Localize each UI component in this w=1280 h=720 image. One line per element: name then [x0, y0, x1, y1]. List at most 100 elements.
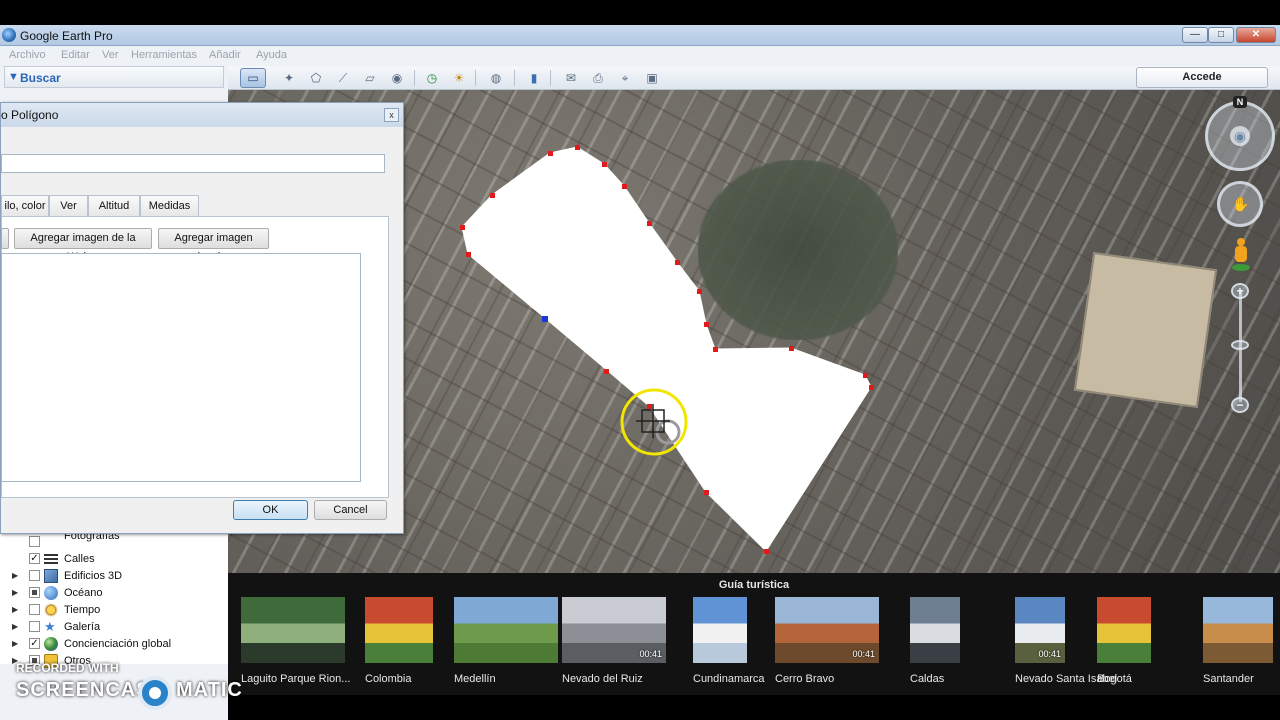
- polygon-vertex[interactable]: [789, 346, 794, 351]
- planets-icon[interactable]: ◍: [485, 68, 507, 88]
- search-panel-header[interactable]: ▼ Buscar: [4, 66, 224, 88]
- polygon-vertex[interactable]: [622, 184, 627, 189]
- polygon-shape[interactable]: [461, 146, 872, 552]
- tour-caption[interactable]: Caldas: [910, 673, 1030, 685]
- tour-caption[interactable]: Laguito Parque Rion...: [241, 673, 361, 685]
- menu-anadir[interactable]: Añadir: [209, 49, 241, 61]
- tab-style-color[interactable]: ilo, color: [1, 195, 49, 217]
- polygon-vertex[interactable]: [490, 193, 495, 198]
- street-view-pegman-icon[interactable]: [1232, 238, 1250, 272]
- polygon-vertex[interactable]: [704, 490, 709, 495]
- tab-measurements[interactable]: Medidas: [140, 195, 199, 217]
- ruler-icon[interactable]: ▮: [523, 68, 545, 88]
- polygon-vertex[interactable]: [647, 404, 652, 409]
- polygon-vertex[interactable]: [602, 162, 607, 167]
- dialog-title-bar[interactable]: o Polígono x: [1, 103, 403, 127]
- tour-thumbnail[interactable]: Santander: [1203, 597, 1273, 685]
- description-textarea[interactable]: [1, 253, 361, 482]
- tour-thumbnail[interactable]: Caldas: [910, 597, 960, 685]
- expand-arrow-icon[interactable]: ▶: [12, 571, 18, 580]
- layer-row-edificios-3d[interactable]: ▶ Edificios 3D: [0, 568, 228, 585]
- selected-vertex[interactable]: [542, 316, 548, 322]
- tour-caption[interactable]: Bogotá: [1097, 673, 1217, 685]
- save-image-icon[interactable]: ▣: [641, 68, 663, 88]
- tour-thumbnail[interactable]: Cundinamarca: [693, 597, 765, 685]
- sunlight-icon[interactable]: ☀: [448, 68, 470, 88]
- layer-checkbox[interactable]: ✓: [29, 638, 40, 649]
- tour-thumbnail[interactable]: Colombia: [365, 597, 433, 685]
- tour-caption[interactable]: Nevado del Ruiz: [562, 673, 682, 685]
- polygon-vertex[interactable]: [548, 151, 553, 156]
- tour-thumbnail[interactable]: 00:41 Nevado Santa Isabel: [1015, 597, 1117, 685]
- polygon-vertex[interactable]: [863, 373, 868, 378]
- print-icon[interactable]: ⎙: [587, 68, 609, 88]
- expand-arrow-icon[interactable]: ▶: [12, 605, 18, 614]
- polygon-vertex[interactable]: [460, 225, 465, 230]
- ok-button[interactable]: OK: [233, 500, 308, 520]
- tab-altitude[interactable]: Altitud: [88, 195, 140, 217]
- polygon-vertex[interactable]: [675, 260, 680, 265]
- polygon-icon[interactable]: ⬠: [305, 68, 327, 88]
- layer-row-oceano[interactable]: ▶ Océano: [0, 585, 228, 602]
- layer-row-galeria[interactable]: ▶ ★ Galería: [0, 619, 228, 636]
- google-maps-icon[interactable]: ⌖: [614, 68, 636, 88]
- tour-caption[interactable]: Santander: [1203, 673, 1280, 685]
- polygon-vertex[interactable]: [466, 252, 471, 257]
- menu-ver[interactable]: Ver: [102, 49, 119, 61]
- layer-row-tiempo[interactable]: ▶ Tiempo: [0, 602, 228, 619]
- menu-archivo[interactable]: Archivo: [9, 49, 46, 61]
- add-web-image-button[interactable]: Agregar imagen de la Web...: [14, 228, 152, 263]
- image-overlay-icon[interactable]: ▱: [359, 68, 381, 88]
- tour-thumbnail-image[interactable]: [1203, 597, 1273, 663]
- tour-thumbnail[interactable]: Medellín: [454, 597, 558, 685]
- dialog-close-button[interactable]: x: [384, 108, 399, 122]
- historical-imagery-icon[interactable]: ◷: [421, 68, 443, 88]
- tour-thumbnail-image[interactable]: [454, 597, 558, 663]
- north-indicator[interactable]: N: [1233, 96, 1247, 108]
- close-button[interactable]: ✕: [1236, 27, 1276, 43]
- tab-view[interactable]: Ver: [49, 195, 88, 217]
- eye-icon[interactable]: ◉: [1230, 126, 1250, 146]
- maximize-button[interactable]: □: [1208, 27, 1234, 43]
- layer-checkbox[interactable]: [29, 536, 40, 547]
- tour-thumbnail-image[interactable]: [241, 597, 345, 663]
- placemark-icon[interactable]: ✦: [278, 68, 300, 88]
- tour-thumbnail[interactable]: 00:41 Cerro Bravo: [775, 597, 879, 685]
- polygon-vertex[interactable]: [764, 549, 769, 554]
- collapse-arrow-icon[interactable]: ▼: [8, 71, 19, 83]
- polygon-vertex[interactable]: [697, 289, 702, 294]
- tour-caption[interactable]: Cerro Bravo: [775, 673, 895, 685]
- tour-caption[interactable]: Medellín: [454, 673, 574, 685]
- layer-checkbox[interactable]: [29, 587, 40, 598]
- path-icon[interactable]: ⟋: [332, 68, 354, 88]
- tour-thumbnail-image[interactable]: [910, 597, 960, 663]
- polygon-vertex[interactable]: [647, 221, 652, 226]
- link-button[interactable]: [1, 228, 9, 249]
- add-local-image-button[interactable]: Agregar imagen local...: [158, 228, 269, 263]
- polygon-vertex[interactable]: [713, 347, 718, 352]
- expand-arrow-icon[interactable]: ▶: [12, 622, 18, 631]
- minimize-button[interactable]: —: [1182, 27, 1208, 43]
- layer-checkbox[interactable]: [29, 621, 40, 632]
- sidebar-toggle-icon[interactable]: ▭: [240, 68, 266, 88]
- expand-arrow-icon[interactable]: ▶: [12, 588, 18, 597]
- cancel-button[interactable]: Cancel: [314, 500, 387, 520]
- tour-thumbnail[interactable]: Bogotá: [1097, 597, 1151, 685]
- polygon-vertex[interactable]: [704, 322, 709, 327]
- menu-editar[interactable]: Editar: [61, 49, 90, 61]
- tour-thumbnail-image[interactable]: [693, 597, 747, 663]
- layer-checkbox[interactable]: [29, 570, 40, 581]
- zoom-in-button[interactable]: +: [1231, 283, 1249, 299]
- polygon-vertex[interactable]: [604, 369, 609, 374]
- tour-thumbnail-image[interactable]: [365, 597, 433, 663]
- polygon-vertex[interactable]: [575, 145, 580, 150]
- layer-checkbox[interactable]: [29, 604, 40, 615]
- layer-row-fotografias[interactable]: Fotografías: [0, 530, 228, 551]
- name-input[interactable]: [1, 154, 385, 173]
- zoom-slider-thumb[interactable]: [1231, 340, 1249, 350]
- tour-thumbnail[interactable]: 00:41 Nevado del Ruiz: [562, 597, 666, 685]
- tour-thumbnail[interactable]: Laguito Parque Rion...: [241, 597, 350, 685]
- tour-thumbnail-image[interactable]: [1097, 597, 1151, 663]
- record-tour-icon[interactable]: ◉: [386, 68, 408, 88]
- menu-ayuda[interactable]: Ayuda: [256, 49, 287, 61]
